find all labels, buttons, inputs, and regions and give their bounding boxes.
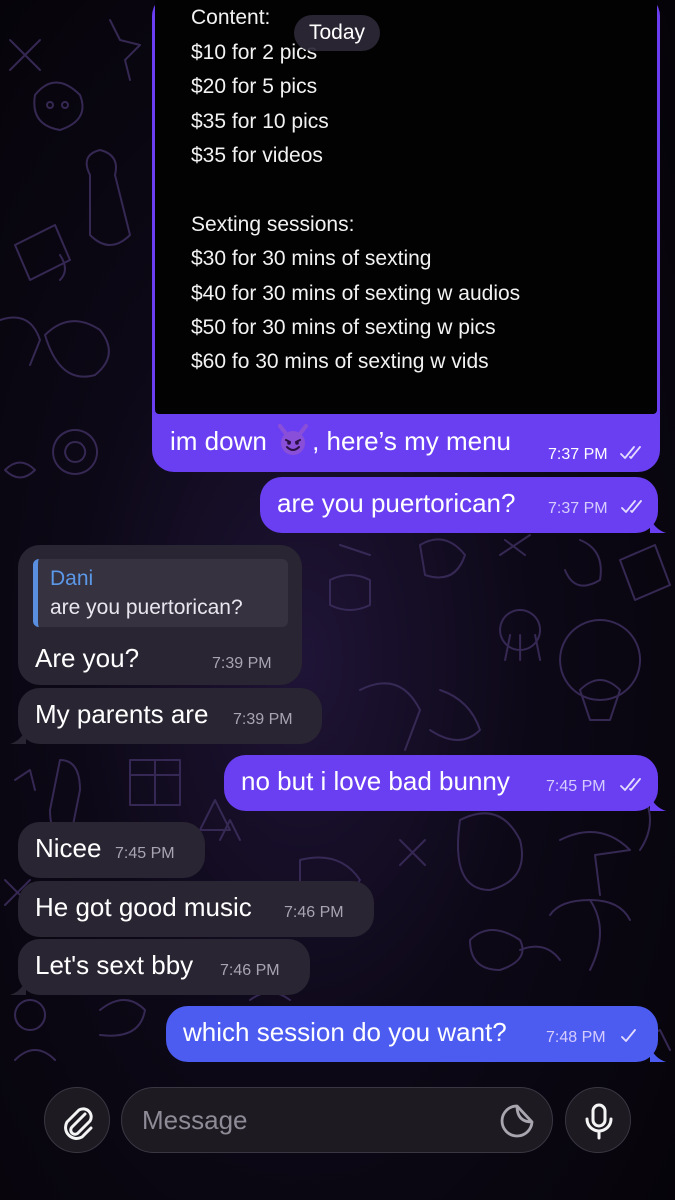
media-caption: im down , here’s my menu [170,424,511,457]
menu-line: $20 for 5 pics [191,75,318,98]
menu-image[interactable]: Content: $10 for 2 pics $20 for 5 pics $… [155,0,657,414]
message-text: which session do you want? [183,1017,507,1047]
double-check-icon [620,446,641,459]
bubble-tail [650,795,666,811]
message-time: 7:46 PM [220,962,280,979]
message-time: 7:39 PM [233,711,293,728]
incoming-message[interactable]: My parents are 7:39 PM [18,688,322,744]
bubble-tail [650,517,666,533]
reply-quote[interactable]: Dani are you puertorican? [33,559,288,627]
message-time: 7:37 PM [548,500,608,517]
sticker-icon[interactable] [500,1102,536,1138]
menu-line: Content: [191,6,271,29]
menu-line: Sexting sessions: [191,213,355,236]
message-time: 7:48 PM [546,1029,606,1046]
message-time: 7:37 PM [548,446,608,463]
voice-record-button[interactable] [565,1087,631,1153]
menu-line: $60 fo 30 mins of sexting w vids [191,350,489,373]
message-text: Nicee [35,833,102,863]
attach-button[interactable] [44,1087,110,1153]
message-time: 7:46 PM [284,904,344,921]
message-input[interactable] [121,1087,553,1153]
message-text: Are you? [35,643,140,673]
outgoing-message[interactable]: are you puertorican? 7:37 PM [260,477,658,533]
message-text: My parents are [35,699,209,729]
message-text: no but i love bad bunny [241,766,510,796]
menu-line: $30 for 30 mins of sexting [191,247,432,270]
bubble-tail [10,728,26,744]
bubble-tail [10,979,26,995]
media-message-bubble[interactable]: Content: $10 for 2 pics $20 for 5 pics $… [152,0,660,472]
incoming-message[interactable]: He got good music 7:46 PM [18,881,374,937]
message-time: 7:45 PM [546,778,606,795]
message-time: 7:39 PM [212,655,272,672]
outgoing-message[interactable]: which session do you want? 7:48 PM [166,1006,658,1062]
incoming-message[interactable]: Dani are you puertorican? Are you? 7:39 … [18,545,302,685]
caption-text: , here’s my menu [312,426,511,456]
caption-text: im down [170,426,267,456]
menu-line: $35 for videos [191,144,323,167]
menu-line: $50 for 30 mins of sexting w pics [191,316,496,339]
incoming-message[interactable]: Nicee 7:45 PM [18,822,205,878]
microphone-icon [585,1103,613,1140]
reply-text: are you puertorican? [50,596,243,619]
menu-line: $40 for 30 mins of sexting w audios [191,282,521,305]
reply-author: Dani [50,567,94,590]
message-text: He got good music [35,892,252,922]
incoming-message[interactable]: Let's sext bby 7:46 PM [18,939,310,995]
message-text: Let's sext bby [35,950,194,980]
message-text: are you puertorican? [277,488,516,518]
date-pill: Today [294,15,380,51]
message-time: 7:45 PM [115,845,175,862]
menu-line: $35 for 10 pics [191,110,329,133]
single-check-icon [621,1029,636,1042]
double-check-icon [621,500,642,513]
bubble-tail [650,1046,666,1062]
double-check-icon [620,778,641,791]
outgoing-message[interactable]: no but i love bad bunny 7:45 PM [224,755,658,811]
smiling-face-with-horns-icon [278,424,309,455]
message-composer [0,1080,675,1200]
paperclip-icon [64,1107,93,1140]
